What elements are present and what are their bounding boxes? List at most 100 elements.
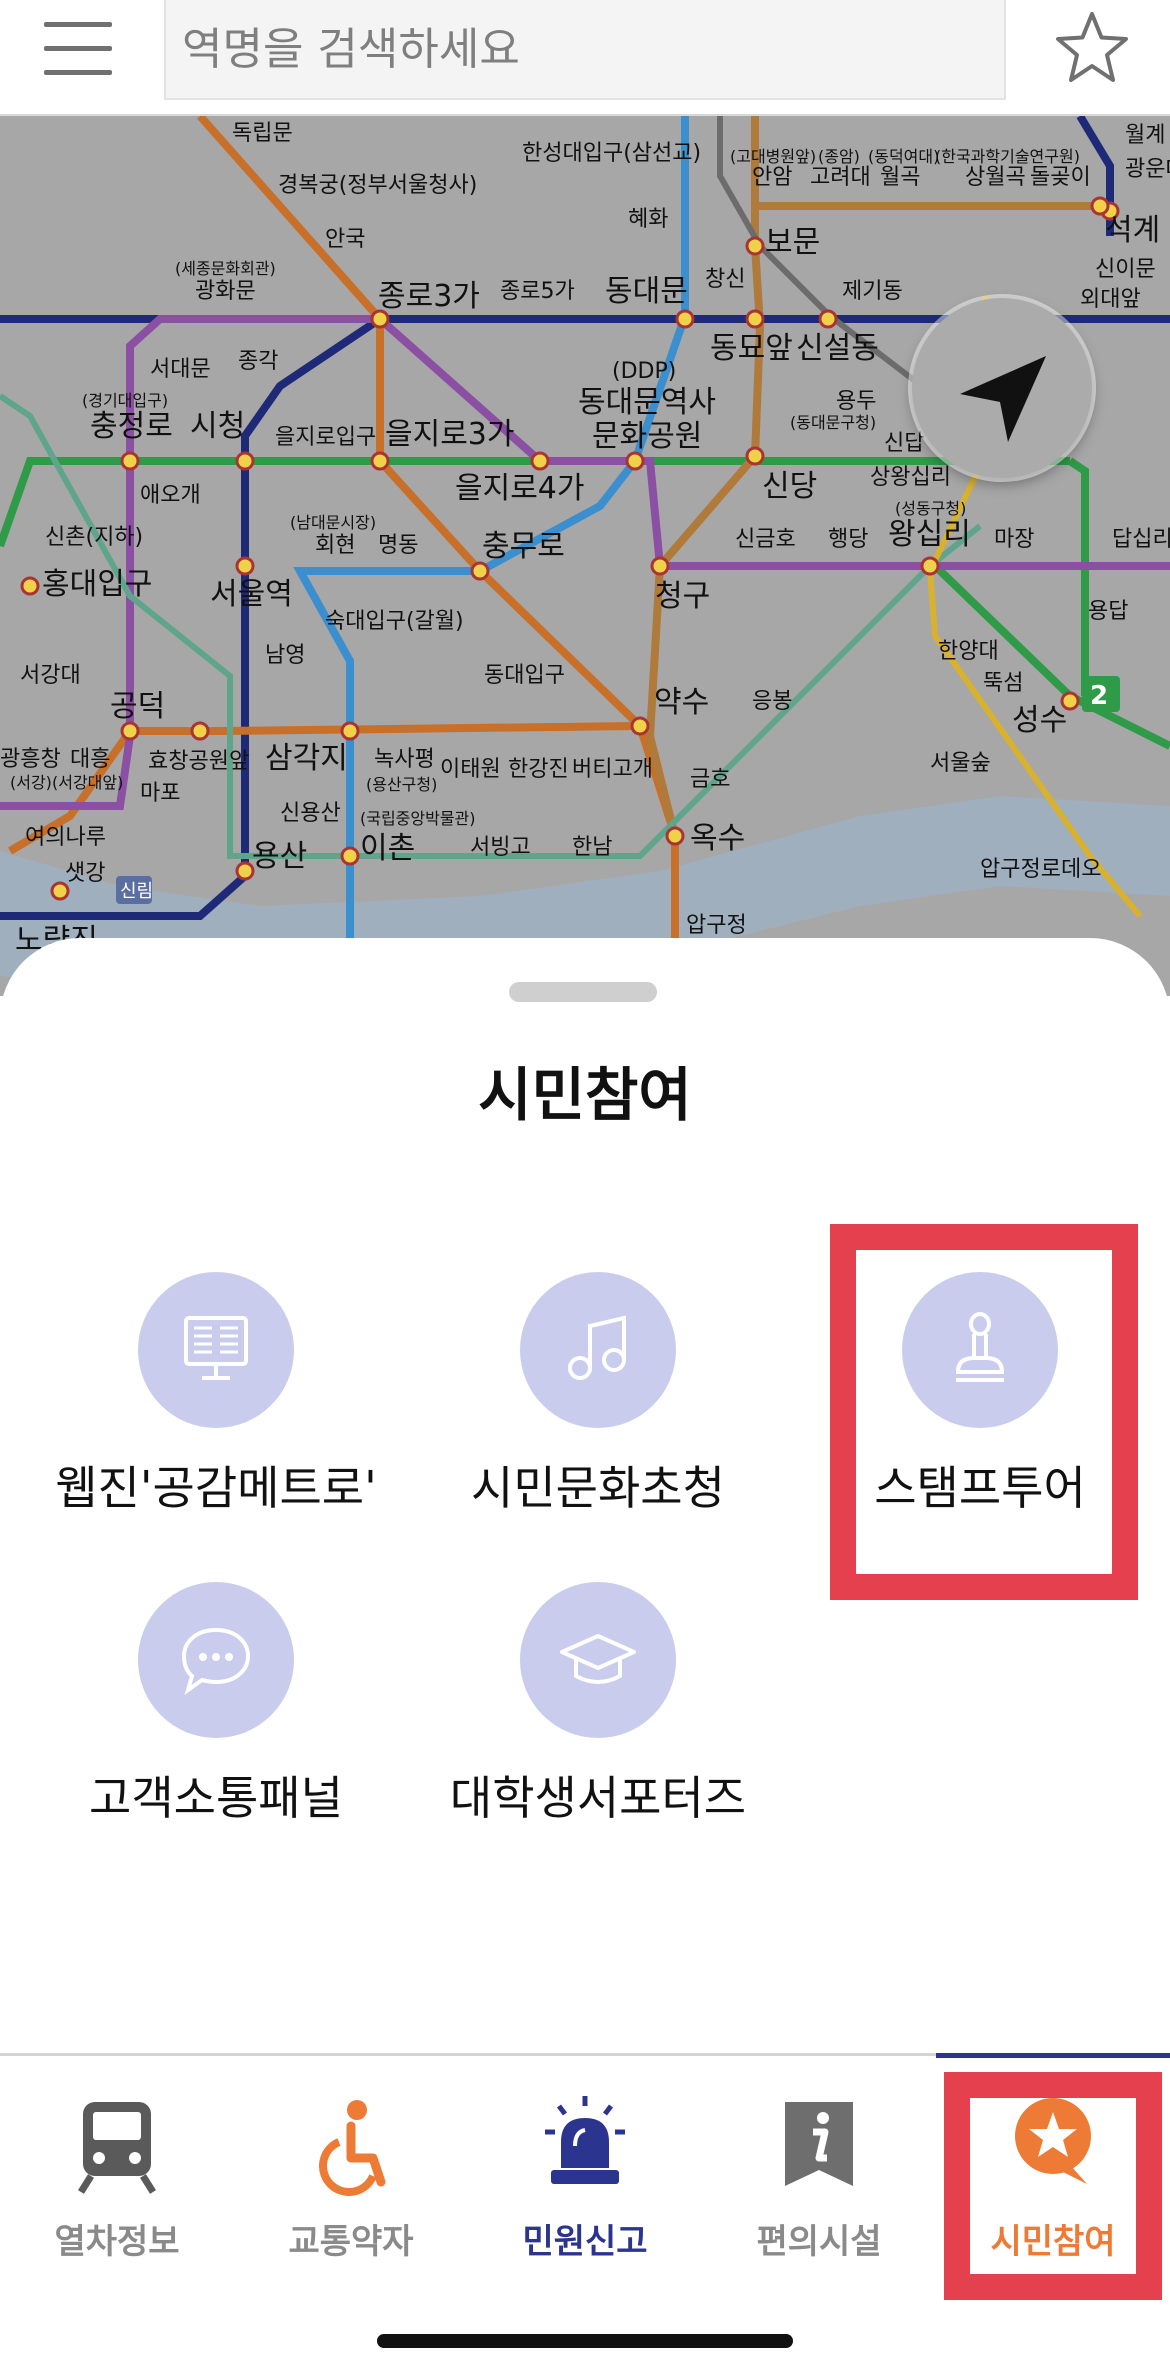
svg-text:마장: 마장 — [994, 527, 1034, 552]
svg-text:버티고개: 버티고개 — [572, 757, 653, 782]
train-icon — [78, 2102, 156, 2194]
home-indicator[interactable] — [377, 2334, 793, 2348]
svg-text:(한국과학기술연구원): (한국과학기술연구원) — [935, 147, 1080, 166]
svg-text:경복궁(정부서울청사): 경복궁(정부서울청사) — [278, 173, 477, 198]
svg-text:답십리: 답십리 — [1112, 527, 1170, 552]
svg-text:한성대입구(삼선교): 한성대입구(삼선교) — [522, 141, 701, 166]
menu-item-student-supporters[interactable]: 대학생서포터즈 — [408, 1582, 788, 1842]
svg-text:옥수: 옥수 — [690, 821, 745, 856]
svg-text:문화공원: 문화공원 — [592, 419, 702, 454]
svg-text:종로5가: 종로5가 — [500, 279, 575, 304]
svg-text:신촌(지하): 신촌(지하) — [45, 525, 143, 550]
svg-text:금호: 금호 — [690, 767, 730, 792]
svg-text:회현: 회현 — [315, 533, 355, 558]
svg-text:광흥창: 광흥창 — [0, 747, 61, 772]
svg-text:신설동: 신설동 — [796, 331, 879, 366]
svg-text:돌곶이: 돌곶이 — [1030, 165, 1091, 190]
nav-mobility-impaired[interactable]: 교통약자 — [234, 2096, 468, 2276]
active-tab-indicator — [936, 2053, 1170, 2058]
svg-text:(고대병원앞): (고대병원앞) — [730, 147, 816, 166]
hamburger-icon[interactable] — [44, 22, 112, 78]
svg-text:한양대: 한양대 — [938, 639, 999, 664]
svg-text:공덕: 공덕 — [110, 689, 165, 724]
nav-label: 시민참여 — [990, 2222, 1116, 2262]
bottom-sheet: 시민참여 웹진'공감메트로' 시민문화초청 스탬프투어 고객소통패널 대학생서포… — [0, 938, 1170, 2053]
menu-item-label: 웹진'공감메트로' — [55, 1461, 377, 1515]
menu-item-customer-panel[interactable]: 고객소통패널 — [26, 1582, 406, 1842]
sheet-drag-handle[interactable] — [509, 982, 657, 1002]
svg-text:(용산구청): (용산구청) — [366, 775, 437, 794]
svg-text:충정로: 충정로 — [90, 409, 173, 444]
svg-text:삼각지: 삼각지 — [265, 741, 348, 776]
star-outline-icon[interactable] — [1052, 8, 1132, 88]
graduation-cap-icon — [520, 1582, 676, 1738]
svg-text:혜화: 혜화 — [628, 207, 668, 232]
svg-text:명동: 명동 — [378, 533, 418, 558]
nav-train-info[interactable]: 열차정보 — [0, 2096, 234, 2276]
nav-facilities[interactable]: 편의시설 — [702, 2096, 936, 2276]
nav-complaint-report[interactable]: 민원신고 — [468, 2096, 702, 2276]
nav-label: 열차정보 — [54, 2222, 180, 2262]
svg-text:압구정로데오: 압구정로데오 — [980, 857, 1101, 882]
svg-text:(종암): (종암) — [818, 147, 860, 166]
svg-text:숙대입구(갈월): 숙대입구(갈월) — [325, 609, 464, 634]
svg-text:여의나루: 여의나루 — [25, 825, 106, 850]
svg-text:창신: 창신 — [705, 267, 745, 292]
svg-text:이촌: 이촌 — [360, 831, 415, 866]
svg-text:월곡: 월곡 — [880, 165, 920, 190]
menu-item-stamp-tour[interactable]: 스탬프투어 — [790, 1272, 1170, 1532]
svg-text:(국립중앙박물관): (국립중앙박물관) — [360, 809, 476, 828]
bottom-navigation: 열차정보 교통약자 민원신고 편의시설 시민참여 — [0, 2053, 1170, 2361]
svg-text:한강진: 한강진 — [508, 757, 569, 782]
svg-text:(서강대앞): (서강대앞) — [52, 773, 123, 792]
menu-item-culture-invitation[interactable]: 시민문화초청 — [408, 1272, 788, 1532]
svg-text:신림: 신림 — [120, 881, 153, 902]
search-input[interactable] — [166, 0, 1004, 98]
svg-text:제기동: 제기동 — [842, 279, 903, 304]
nav-label: 민원신고 — [522, 2222, 648, 2262]
svg-text:신용산: 신용산 — [280, 801, 341, 826]
svg-text:(세종문화회관): (세종문화회관) — [175, 259, 276, 278]
svg-text:응봉: 응봉 — [752, 689, 792, 714]
svg-text:신당: 신당 — [762, 469, 817, 504]
svg-text:충무로: 충무로 — [482, 529, 565, 564]
svg-text:동대입구: 동대입구 — [484, 663, 565, 688]
menu-item-label: 고객소통패널 — [89, 1771, 343, 1825]
search-box[interactable] — [164, 0, 1006, 100]
svg-text:을지로입구: 을지로입구 — [275, 425, 376, 450]
svg-text:청구: 청구 — [655, 579, 710, 614]
locate-button[interactable] — [912, 298, 1092, 478]
svg-text:녹사평: 녹사평 — [374, 747, 435, 772]
svg-text:2: 2 — [1090, 681, 1108, 711]
svg-text:(남대문시장): (남대문시장) — [290, 513, 376, 532]
svg-text:동대문역사: 동대문역사 — [578, 385, 716, 420]
nav-citizen-participation[interactable]: 시민참여 — [936, 2096, 1170, 2276]
svg-text:(서강): (서강) — [10, 773, 52, 792]
svg-text:효창공원앞: 효창공원앞 — [148, 749, 249, 774]
svg-text:샛강: 샛강 — [65, 861, 105, 886]
svg-text:동대문: 동대문 — [605, 274, 688, 309]
svg-text:서강대: 서강대 — [20, 663, 81, 688]
svg-text:종각: 종각 — [238, 349, 278, 374]
svg-text:광운대: 광운대 — [1125, 157, 1170, 182]
svg-text:성수: 성수 — [1012, 703, 1067, 738]
top-bar — [0, 0, 1170, 116]
sheet-title: 시민참여 — [478, 1061, 692, 1129]
star-bubble-icon — [1015, 2098, 1091, 2184]
svg-text:대흥: 대흥 — [70, 747, 110, 772]
svg-text:홍대입구: 홍대입구 — [42, 567, 152, 602]
stamp-icon — [902, 1272, 1058, 1428]
svg-text:안암: 안암 — [752, 165, 792, 190]
svg-text:서울역: 서울역 — [210, 577, 293, 612]
svg-text:한남: 한남 — [572, 835, 612, 860]
menu-item-webzine[interactable]: 웹진'공감메트로' — [26, 1272, 406, 1532]
svg-text:용두: 용두 — [836, 389, 876, 414]
subway-map[interactable]: 독립문 경복궁(정부서울청사) 안국 (세종문화회관) 광화문 종로3가 종로5… — [0, 116, 1170, 996]
svg-text:약수: 약수 — [654, 685, 709, 720]
svg-text:(동대문구청): (동대문구청) — [790, 413, 876, 432]
svg-text:(동덕여대): (동덕여대) — [868, 147, 939, 166]
svg-text:애오개: 애오개 — [140, 483, 201, 508]
svg-text:서대문: 서대문 — [150, 357, 211, 382]
svg-text:동묘앞: 동묘앞 — [710, 331, 793, 366]
location-arrow-icon — [960, 356, 1046, 442]
